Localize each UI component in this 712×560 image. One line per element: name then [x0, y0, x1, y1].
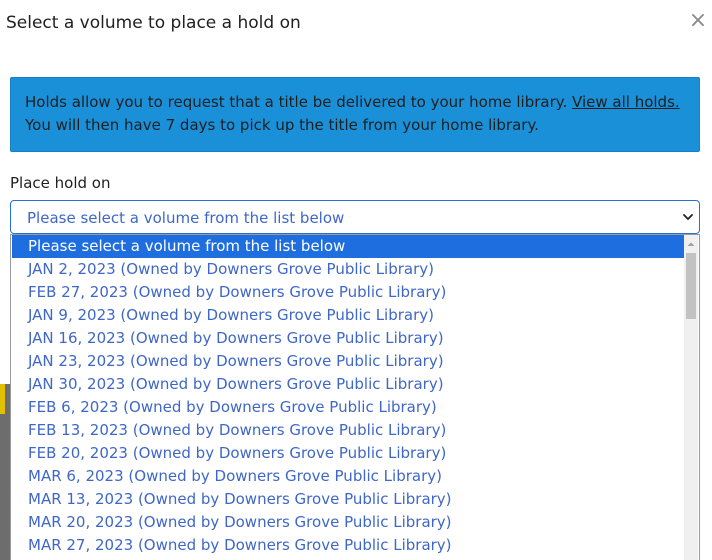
volume-option[interactable]: FEB 13, 2023 (Owned by Downers Grove Pub…	[12, 419, 684, 442]
volume-option[interactable]: MAR 27, 2023 (Owned by Downers Grove Pub…	[12, 534, 684, 557]
hold-volume-modal: Select a volume to place a hold on × Hol…	[0, 0, 712, 560]
volume-option[interactable]: JAN 30, 2023 (Owned by Downers Grove Pub…	[12, 373, 684, 396]
volume-select-value: Please select a volume from the list bel…	[27, 209, 345, 227]
volume-select[interactable]: Please select a volume from the list bel…	[10, 200, 700, 234]
volume-option[interactable]: JAN 23, 2023 (Owned by Downers Grove Pub…	[12, 350, 684, 373]
volume-option[interactable]: FEB 27, 2023 (Owned by Downers Grove Pub…	[12, 281, 684, 304]
holds-info-alert: Holds allow you to request that a title …	[10, 77, 700, 152]
volume-option[interactable]: MAR 6, 2023 (Owned by Downers Grove Publ…	[12, 465, 684, 488]
info-text-before: Holds allow you to request that a title …	[25, 93, 573, 111]
view-all-holds-link[interactable]: View all holds.	[572, 93, 680, 111]
volume-option[interactable]: JAN 9, 2023 (Owned by Downers Grove Publ…	[12, 304, 684, 327]
volume-option[interactable]: JAN 16, 2023 (Owned by Downers Grove Pub…	[12, 327, 684, 350]
close-icon[interactable]: ×	[688, 9, 708, 33]
dropdown-scrollbar[interactable]	[684, 235, 698, 560]
volume-option[interactable]: MAR 20, 2023 (Owned by Downers Grove Pub…	[12, 511, 684, 534]
volume-option-placeholder[interactable]: Please select a volume from the list bel…	[12, 235, 684, 258]
scroll-up-arrow-icon[interactable]	[684, 237, 698, 251]
scrollbar-thumb[interactable]	[686, 253, 696, 319]
volume-option[interactable]: FEB 6, 2023 (Owned by Downers Grove Publ…	[12, 396, 684, 419]
place-hold-on-label: Place hold on	[10, 174, 111, 192]
volume-option[interactable]: MAR 13, 2023 (Owned by Downers Grove Pub…	[12, 488, 684, 511]
modal-title: Select a volume to place a hold on	[6, 13, 301, 33]
volume-option[interactable]: FEB 20, 2023 (Owned by Downers Grove Pub…	[12, 442, 684, 465]
volume-option[interactable]: JAN 2, 2023 (Owned by Downers Grove Publ…	[12, 258, 684, 281]
info-text-after: You will then have 7 days to pick up the…	[25, 116, 539, 134]
chevron-down-icon	[683, 214, 693, 220]
volume-options-list: Please select a volume from the list bel…	[10, 234, 700, 560]
